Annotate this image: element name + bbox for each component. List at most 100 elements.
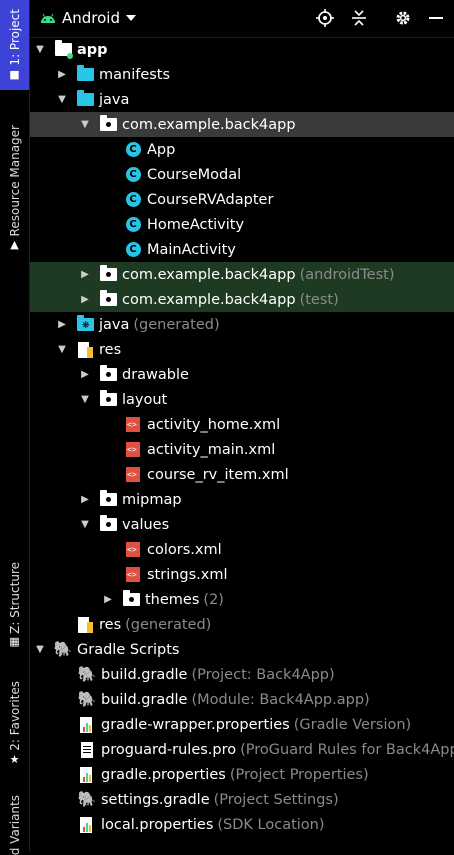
- tab-structure-label: Z: Structure: [7, 561, 22, 634]
- tree-row-label: colors.xml: [147, 541, 222, 558]
- tree-row-xml-file[interactable]: activity_main.xml: [30, 437, 454, 462]
- tree-row-java-generated[interactable]: ▶ ❋ java (generated): [30, 312, 454, 337]
- gear-icon[interactable]: [392, 7, 414, 29]
- tree-row-java[interactable]: ▼ java: [30, 87, 454, 112]
- collapsed-arrow-icon[interactable]: ▶: [79, 294, 91, 306]
- collapsed-arrow-icon[interactable]: ▶: [56, 319, 68, 331]
- class-icon: C: [124, 242, 142, 258]
- expanded-arrow-icon[interactable]: ▼: [79, 119, 91, 131]
- tree-row-gradle-file[interactable]: 🐘 build.gradle (Project: Back4App): [30, 662, 454, 687]
- tab-project[interactable]: 1: Project ■: [0, 0, 29, 90]
- tree-row-themes[interactable]: ▶ themes (2): [30, 587, 454, 612]
- text-file-icon: [78, 741, 96, 758]
- tree-row-package-test[interactable]: ▶ com.example.back4app (test): [30, 287, 454, 312]
- expanded-arrow-icon[interactable]: ▼: [79, 519, 91, 531]
- collapsed-arrow-icon[interactable]: ▶: [79, 369, 91, 381]
- tree-row-hint: (generated): [125, 616, 212, 633]
- android-icon: [41, 13, 55, 23]
- tree-row-class[interactable]: C CourseRVAdapter: [30, 187, 454, 212]
- tree-row-gradle-scripts[interactable]: ▼ 🐘 Gradle Scripts: [30, 637, 454, 662]
- minimize-icon[interactable]: [425, 7, 447, 29]
- folder-icon: [99, 390, 117, 408]
- tree-row-properties-file[interactable]: gradle.properties (Project Properties): [30, 762, 454, 787]
- tree-row-package-main[interactable]: ▼ com.example.back4app: [30, 112, 454, 137]
- tree-row-label: App: [147, 141, 176, 158]
- package-icon: [99, 115, 117, 133]
- tree-row-gradle-file[interactable]: 🐘 settings.gradle (Project Settings): [30, 787, 454, 812]
- tree-row-hint: (2): [203, 591, 224, 608]
- tree-row-class[interactable]: C CourseModal: [30, 162, 454, 187]
- project-header: Android: [30, 0, 454, 38]
- tab-build-variants[interactable]: d Variants: [0, 795, 29, 855]
- tree-row-label: com.example.back4app: [122, 291, 296, 308]
- tree-row-xml-file[interactable]: activity_home.xml: [30, 412, 454, 437]
- tree-row-app[interactable]: ▼ app: [30, 37, 454, 62]
- tree-row-label: gradle.properties: [101, 766, 226, 783]
- star-icon: ★: [9, 752, 20, 766]
- tree-row-label: app: [77, 41, 108, 58]
- tree-row-xml-file[interactable]: colors.xml: [30, 537, 454, 562]
- tree-row-res[interactable]: ▼ res: [30, 337, 454, 362]
- gradle-icon: 🐘: [53, 640, 73, 658]
- tree-row-label: gradle-wrapper.properties: [101, 716, 290, 733]
- expanded-arrow-icon[interactable]: ▼: [34, 644, 46, 656]
- generated-folder-icon: ❋: [76, 315, 94, 333]
- tree-row-layout[interactable]: ▼ layout: [30, 387, 454, 412]
- resource-folder-icon: [76, 616, 94, 633]
- class-icon: C: [124, 167, 142, 183]
- collapsed-arrow-icon[interactable]: ▶: [79, 269, 91, 281]
- tab-structure[interactable]: Z: Structure ▦: [0, 560, 29, 650]
- tree-row-label: values: [122, 516, 170, 533]
- tab-favorites[interactable]: 2: Favorites ★: [0, 676, 29, 771]
- tree-row-label: drawable: [122, 366, 189, 383]
- tree-row-hint: (Project: Back4App): [191, 666, 335, 683]
- tree-row-hint: (test): [299, 291, 339, 308]
- tree-row-res-generated[interactable]: res (generated): [30, 612, 454, 637]
- gradle-icon: 🐘: [77, 690, 97, 708]
- dropdown-arrow-icon: [126, 15, 136, 21]
- tree-row-label: manifests: [99, 66, 171, 83]
- tree-row-label: com.example.back4app: [122, 116, 296, 133]
- resource-icon: ▲: [10, 238, 19, 252]
- expanded-arrow-icon[interactable]: ▼: [56, 94, 68, 106]
- collapsed-arrow-icon[interactable]: ▶: [79, 494, 91, 506]
- tree-row-values[interactable]: ▼ values: [30, 512, 454, 537]
- expanded-arrow-icon[interactable]: ▼: [34, 44, 46, 56]
- view-selector[interactable]: Android: [40, 9, 136, 27]
- tree-row-drawable[interactable]: ▶ drawable: [30, 362, 454, 387]
- tree-row-xml-file[interactable]: course_rv_item.xml: [30, 462, 454, 487]
- expanded-arrow-icon[interactable]: ▼: [56, 344, 68, 356]
- tree-row-label: local.properties: [101, 816, 214, 833]
- tab-resource-manager[interactable]: Resource Manager ▲: [0, 118, 29, 258]
- properties-file-icon: [78, 816, 96, 833]
- tree-row-class[interactable]: C App: [30, 137, 454, 162]
- tree-row-manifests[interactable]: ▶ manifests: [30, 62, 454, 87]
- tree-row-proguard-file[interactable]: proguard-rules.pro (ProGuard Rules for B…: [30, 737, 454, 762]
- tree-row-label: activity_main.xml: [147, 441, 276, 458]
- tree-row-class[interactable]: C MainActivity: [30, 237, 454, 262]
- xml-file-icon: [124, 542, 142, 558]
- tab-variants-label: d Variants: [7, 795, 22, 855]
- folder-icon: [76, 90, 94, 108]
- expanded-arrow-icon[interactable]: ▼: [79, 394, 91, 406]
- collapse-all-icon[interactable]: [348, 7, 370, 29]
- resource-folder-icon: [76, 341, 94, 358]
- tree-row-mipmap[interactable]: ▶ mipmap: [30, 487, 454, 512]
- tree-row-xml-file[interactable]: strings.xml: [30, 562, 454, 587]
- collapsed-arrow-icon[interactable]: ▶: [56, 69, 68, 81]
- tree-row-hint: (Project Settings): [213, 791, 339, 808]
- tree-row-package-androidtest[interactable]: ▶ com.example.back4app (androidTest): [30, 262, 454, 287]
- tree-row-hint: (Gradle Version): [293, 716, 412, 733]
- tree-row-hint: (androidTest): [299, 266, 395, 283]
- locate-icon[interactable]: [314, 7, 336, 29]
- tree-row-class[interactable]: C HomeActivity: [30, 212, 454, 237]
- collapsed-arrow-icon[interactable]: ▶: [102, 594, 114, 606]
- tree-row-hint: (generated): [133, 316, 220, 333]
- tree-row-properties-file[interactable]: gradle-wrapper.properties (Gradle Versio…: [30, 712, 454, 737]
- tree-row-properties-file[interactable]: local.properties (SDK Location): [30, 812, 454, 837]
- xml-file-icon: [124, 567, 142, 583]
- module-folder-icon: [54, 40, 73, 59]
- folder-icon: [99, 515, 117, 533]
- tree-row-gradle-file[interactable]: 🐘 build.gradle (Module: Back4App.app): [30, 687, 454, 712]
- folder-icon: [99, 490, 117, 508]
